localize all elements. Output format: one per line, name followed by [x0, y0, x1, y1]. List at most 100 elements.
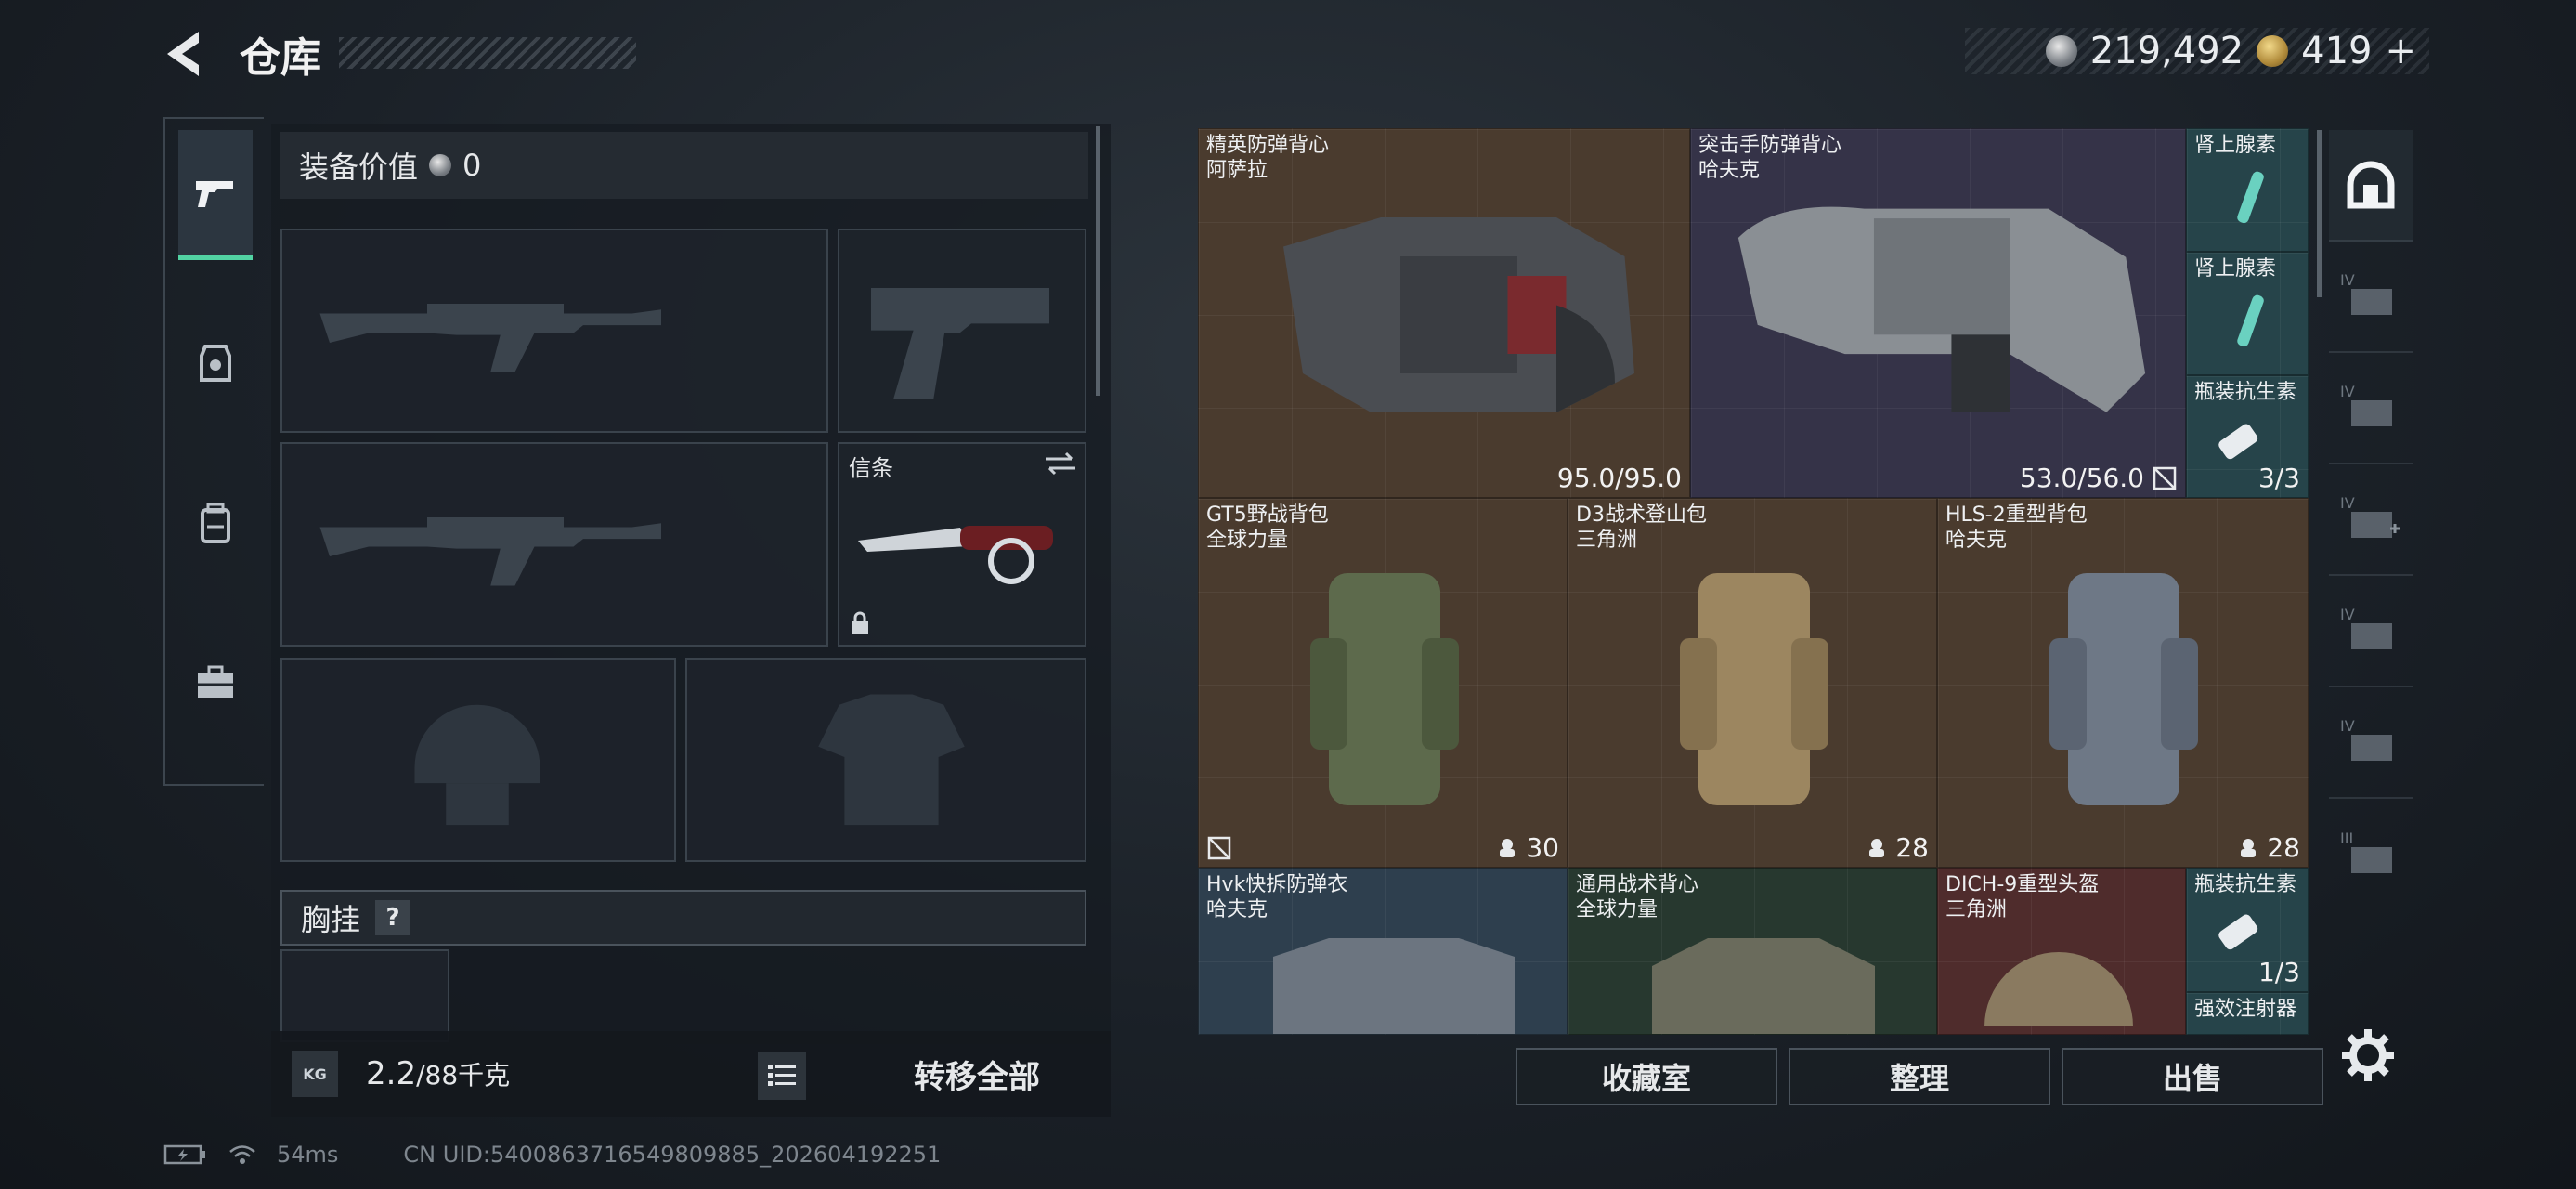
- pistol-icon: [196, 180, 233, 207]
- svg-text:IV: IV: [2340, 383, 2355, 400]
- transfer-all-button[interactable]: 转移全部: [847, 1031, 1107, 1117]
- list-view-button[interactable]: [758, 1052, 806, 1100]
- svg-text:IV: IV: [2340, 271, 2355, 289]
- item-capacity-row: 28: [1866, 832, 1929, 863]
- item-faction: 阿萨拉: [1206, 159, 1268, 182]
- item-name: 瓶装抗生素: [2194, 873, 2297, 896]
- storage-item[interactable]: 肾上腺素: [2186, 128, 2309, 252]
- weight-icon-label: KG: [303, 1065, 327, 1083]
- storage-item[interactable]: D3战术登山包 三角洲 28: [1568, 498, 1937, 868]
- svg-text:IV: IV: [2340, 717, 2355, 735]
- no-repair-icon: [2153, 466, 2177, 490]
- list-icon: [768, 1065, 796, 1086]
- category-weapons[interactable]: [178, 130, 253, 260]
- storage-item[interactable]: 突击手防弹背心 哈夫克 53.0/56.0: [1690, 128, 2186, 498]
- category-column: [163, 117, 264, 786]
- loadout-scrollbar[interactable]: [1096, 126, 1100, 396]
- currency-bar: 219,492 419 +: [1965, 28, 2429, 74]
- filter-tier-iii[interactable]: III: [2329, 799, 2413, 910]
- rifle-silhouette-icon: [319, 517, 661, 586]
- vest-image: [1273, 938, 1515, 1034]
- chest-rig-header: 胸挂 ?: [280, 890, 1086, 946]
- storage-item[interactable]: 通用战术背心 全球力量: [1568, 868, 1937, 1035]
- lock-icon: [852, 611, 868, 634]
- weight-max: /88千克: [416, 1060, 511, 1091]
- equipment-value: 装备价值 0: [280, 132, 1088, 199]
- melee-slot[interactable]: 信条: [838, 442, 1086, 647]
- item-count: 3/3: [2257, 463, 2300, 493]
- gold-amount: 419: [2301, 30, 2373, 72]
- ping-readout: 54ms: [277, 1142, 339, 1168]
- helmet-slot[interactable]: [280, 658, 676, 862]
- armor-icon: [200, 345, 231, 382]
- item-capacity-row: 28: [2237, 832, 2300, 863]
- storage-item[interactable]: 瓶装抗生素 1/3: [2186, 868, 2309, 992]
- weight-bar: KG 2.2/88千克 转移全部: [271, 1031, 1111, 1117]
- storage-item[interactable]: Hvk快拆防弹衣 哈夫克: [1198, 868, 1568, 1035]
- tier-backpack-icon: IV: [2340, 606, 2392, 649]
- gold-coin-icon: [2257, 35, 2289, 67]
- syringe-icon: [2237, 171, 2264, 224]
- backpack-image: [2049, 573, 2198, 805]
- pistol-slot[interactable]: [838, 229, 1086, 433]
- equip-value-amount: 0: [462, 148, 482, 183]
- item-name: 突击手防弹背心: [1698, 134, 1842, 157]
- storage-item[interactable]: DICH-9重型头盔 三角洲: [1937, 868, 2186, 1035]
- storage-item[interactable]: GT5野战背包 全球力量 30: [1198, 498, 1568, 868]
- item-capacity-row: 30: [1496, 832, 1559, 863]
- sort-button[interactable]: 整理: [1789, 1048, 2050, 1105]
- tier-misc-icon: IV: [2340, 717, 2392, 761]
- chest-rig-slot[interactable]: [280, 949, 449, 1042]
- vest-image: [1652, 938, 1875, 1034]
- primary-weapon-slot[interactable]: [280, 229, 828, 433]
- page-title: 仓库: [240, 34, 321, 82]
- storage-item[interactable]: 肾上腺素: [2186, 252, 2309, 375]
- backpack-icon: [201, 503, 230, 543]
- item-name: 通用战术背心: [1576, 873, 1699, 896]
- add-currency-button[interactable]: +: [2385, 30, 2416, 72]
- filter-tier-iv-backpack[interactable]: IV: [2329, 576, 2413, 687]
- battery-icon: [163, 1144, 205, 1165]
- pistol-silhouette-icon: [871, 288, 1049, 399]
- storage-item[interactable]: 精英防弹背心 阿萨拉 95.0/95.0: [1198, 128, 1690, 498]
- secondary-weapon-slot[interactable]: [280, 442, 828, 647]
- filter-tier-iv-misc[interactable]: IV: [2329, 687, 2413, 799]
- rifle-silhouette-icon: [319, 304, 661, 372]
- item-capacity: 28: [2267, 832, 2300, 863]
- item-name: Hvk快拆防弹衣: [1206, 873, 1348, 896]
- weight-icon: KG: [292, 1051, 338, 1097]
- silver-amount: 219,492: [2089, 30, 2244, 72]
- svg-text:IV: IV: [2340, 606, 2355, 623]
- category-armor[interactable]: [178, 297, 253, 427]
- swap-icon[interactable]: [1042, 450, 1079, 477]
- gear-icon[interactable]: [2338, 1026, 2398, 1085]
- item-durability: 53.0/56.0: [2019, 463, 2144, 493]
- capacity-icon: [1869, 838, 1885, 857]
- filter-tier-iv-weapons[interactable]: IV: [2329, 242, 2413, 353]
- tier-iii-icon: III: [2340, 830, 2392, 873]
- storage-scrollbar[interactable]: [2317, 130, 2322, 297]
- tier-weapon-icon: IV: [2340, 271, 2392, 315]
- syringe-icon: [2237, 294, 2264, 347]
- item-count: 1/3: [2257, 957, 2300, 987]
- storage-item[interactable]: 瓶装抗生素 3/3: [2186, 375, 2309, 498]
- sell-button[interactable]: 出售: [2062, 1048, 2323, 1105]
- storage-item[interactable]: HLS-2重型背包 哈夫克 28: [1937, 498, 2309, 868]
- body-armor-slot[interactable]: [685, 658, 1086, 862]
- helmet-silhouette-icon: [414, 704, 540, 826]
- collection-room-button[interactable]: 收藏室: [1516, 1048, 1777, 1105]
- filter-tier-iv-medical[interactable]: IV: [2329, 464, 2413, 576]
- filter-all[interactable]: [2329, 130, 2413, 242]
- capacity-icon: [1500, 838, 1516, 857]
- back-icon[interactable]: [158, 26, 214, 82]
- help-button[interactable]: ?: [375, 900, 411, 935]
- item-name: 瓶装抗生素: [2194, 381, 2297, 404]
- category-backpack[interactable]: [178, 459, 253, 589]
- all-items-icon: [2347, 161, 2395, 209]
- category-tools[interactable]: [178, 617, 253, 747]
- item-faction: 三角洲: [1945, 898, 2008, 921]
- storage-item[interactable]: 强效注射器: [2186, 992, 2309, 1035]
- filter-tier-iv-armor[interactable]: IV: [2329, 353, 2413, 464]
- knife-icon: [858, 526, 1053, 584]
- item-name: 强效注射器: [2194, 998, 2297, 1021]
